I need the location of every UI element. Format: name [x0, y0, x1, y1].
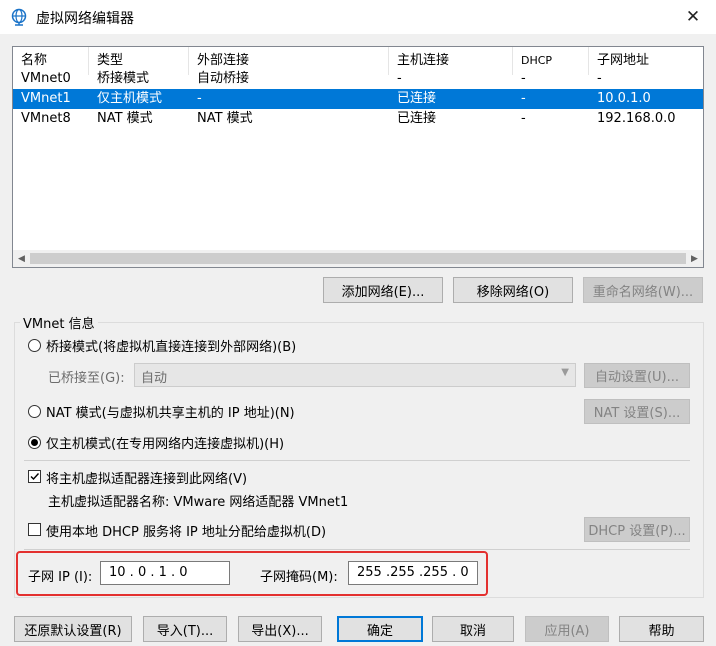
network-list[interactable]: 名称 类型 外部连接 主机连接 DHCP 子网地址 VMnet0 桥接模式 自动… [12, 46, 704, 268]
add-network-button[interactable]: 添加网络(E)... [323, 277, 443, 303]
scrollbar-thumb[interactable] [30, 253, 686, 264]
connect-adapter-checkbox[interactable] [28, 470, 41, 483]
ok-button[interactable]: 确定 [337, 616, 423, 642]
cell-dhcp: - [521, 111, 526, 126]
connect-adapter-label[interactable]: 将主机虚拟适配器连接到此网络(V) [46, 468, 247, 487]
horizontal-scrollbar[interactable]: ◀ ▶ [13, 250, 703, 267]
table-row[interactable]: VMnet0 桥接模式 自动桥接 - - - [13, 69, 703, 89]
remove-network-button[interactable]: 移除网络(O) [453, 277, 573, 303]
table-row-selected[interactable]: VMnet1 仅主机模式 - 已连接 - 10.0.1.0 [13, 89, 703, 109]
cell-subnet: - [597, 71, 602, 86]
cell-external: NAT 模式 [197, 111, 253, 126]
bridged-mode-radio[interactable] [28, 339, 41, 352]
dhcp-settings-button[interactable]: DHCP 设置(P)... [584, 517, 690, 542]
adapter-name-label: 主机虚拟适配器名称: VMware 网络适配器 VMnet1 [48, 495, 349, 510]
cell-subnet: 10.0.1.0 [597, 91, 651, 106]
auto-settings-button[interactable]: 自动设置(U)... [584, 363, 690, 388]
cell-name: VMnet1 [21, 91, 71, 106]
help-button[interactable]: 帮助 [619, 616, 704, 642]
apply-button[interactable]: 应用(A) [525, 616, 609, 642]
cell-host: 已连接 [397, 111, 437, 126]
network-globe-icon [11, 8, 27, 26]
host-only-mode-label[interactable]: 仅主机模式(在专用网络内连接虚拟机)(H) [46, 433, 284, 452]
nat-mode-radio[interactable] [28, 405, 41, 418]
subnet-ip-label: 子网 IP (I): [28, 570, 93, 585]
import-button[interactable]: 导入(T)... [143, 616, 227, 642]
bridged-to-label: 已桥接至(G): [48, 371, 125, 386]
subnet-mask-label: 子网掩码(M): [260, 570, 338, 585]
cell-type: 桥接模式 [97, 71, 150, 86]
cell-name: VMnet8 [21, 111, 71, 126]
restore-defaults-button[interactable]: 还原默认设置(R) [14, 616, 132, 642]
bridged-to-select[interactable]: 自动 ▼ [134, 363, 576, 387]
scroll-right-icon[interactable]: ▶ [686, 250, 703, 267]
virtual-network-editor-window: 虚拟网络编辑器 ✕ 名称 类型 外部连接 主机连接 DHCP 子网地址 VMne… [0, 0, 716, 646]
cell-subnet: 192.168.0.0 [597, 111, 676, 126]
bridged-mode-label[interactable]: 桥接模式(将虚拟机直接连接到外部网络)(B) [46, 336, 296, 355]
close-button[interactable]: ✕ [670, 0, 716, 34]
vmnet-info-title: VMnet 信息 [20, 313, 98, 332]
divider [24, 460, 690, 461]
table-row[interactable]: VMnet8 NAT 模式 NAT 模式 已连接 - 192.168.0.0 [13, 109, 703, 129]
cancel-button[interactable]: 取消 [432, 616, 514, 642]
cell-host: 已连接 [397, 91, 437, 106]
subnet-mask-input[interactable]: 255 .255 .255 . 0 [348, 561, 478, 585]
list-rows: VMnet0 桥接模式 自动桥接 - - - VMnet1 仅主机模式 - 已连… [13, 69, 703, 129]
cell-host: - [397, 71, 402, 86]
cell-type: NAT 模式 [97, 111, 153, 126]
subnet-ip-input[interactable]: 10 . 0 . 1 . 0 [100, 561, 230, 585]
scroll-left-icon[interactable]: ◀ [13, 250, 30, 267]
window-title: 虚拟网络编辑器 [36, 11, 134, 27]
rename-network-button[interactable]: 重命名网络(W)... [583, 277, 703, 303]
cell-name: VMnet0 [21, 71, 71, 86]
export-button[interactable]: 导出(X)... [238, 616, 322, 642]
cell-external: 自动桥接 [197, 71, 250, 86]
cell-dhcp: - [521, 91, 526, 106]
chevron-down-icon: ▼ [561, 367, 569, 378]
host-only-mode-radio[interactable] [28, 436, 41, 449]
bridged-to-value: 自动 [141, 371, 168, 386]
close-icon: ✕ [685, 7, 701, 27]
cell-external: - [197, 91, 202, 106]
cell-dhcp: - [521, 71, 526, 86]
dhcp-label[interactable]: 使用本地 DHCP 服务将 IP 地址分配给虚拟机(D) [46, 521, 326, 540]
nat-settings-button[interactable]: NAT 设置(S)... [584, 399, 690, 424]
title-bar: 虚拟网络编辑器 ✕ [0, 0, 716, 34]
dhcp-checkbox[interactable] [28, 523, 41, 536]
cell-type: 仅主机模式 [97, 91, 163, 106]
checkmark-icon [30, 473, 40, 481]
divider [24, 549, 690, 550]
nat-mode-label[interactable]: NAT 模式(与虚拟机共享主机的 IP 地址)(N) [46, 402, 295, 421]
